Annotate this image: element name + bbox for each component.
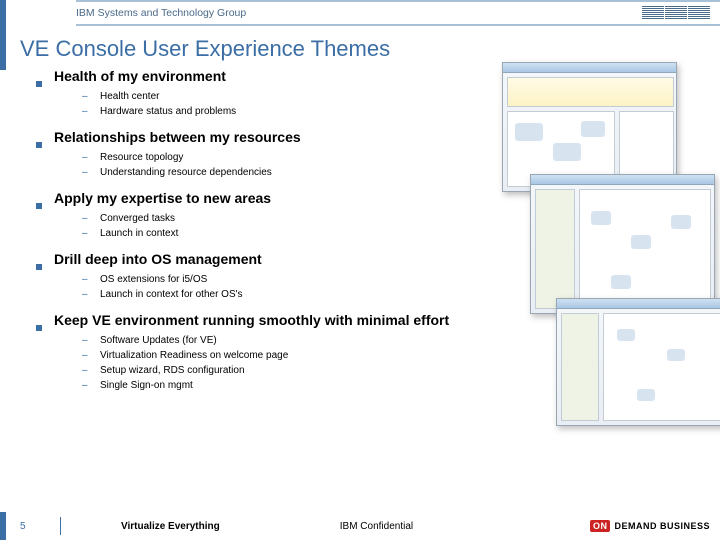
theme-sub: Virtualization Readiness on welcome page bbox=[82, 348, 720, 363]
theme-heading: Keep VE environment running smoothly wit… bbox=[54, 312, 449, 328]
content-area: Health of my environment Health center H… bbox=[0, 68, 720, 512]
on-demand-business-logo: ON DEMAND BUSINESS bbox=[590, 520, 710, 532]
theme-heading: Health of my environment bbox=[54, 68, 226, 84]
page-number: 5 bbox=[20, 521, 26, 532]
bullet-icon bbox=[36, 264, 42, 270]
footer-bar: 5 Virtualize Everything IBM Confidential… bbox=[0, 512, 720, 540]
footer-tagline: Virtualize Everything bbox=[121, 521, 220, 532]
theme-sub: Launch in context bbox=[82, 226, 720, 241]
theme-heading: Relationships between my resources bbox=[54, 129, 301, 145]
bullet-icon bbox=[36, 142, 42, 148]
theme-sub: Launch in context for other OS's bbox=[82, 287, 720, 302]
theme-sub: Resource topology bbox=[82, 150, 720, 165]
theme-item: Relationships between my resources Resou… bbox=[36, 129, 720, 180]
header-bar: IBM Systems and Technology Group bbox=[0, 0, 720, 26]
theme-heading: Drill deep into OS management bbox=[54, 251, 262, 267]
theme-sub: Single Sign-on mgmt bbox=[82, 378, 720, 393]
theme-item: Drill deep into OS management OS extensi… bbox=[36, 251, 720, 302]
bullet-icon bbox=[36, 325, 42, 331]
theme-item: Keep VE environment running smoothly wit… bbox=[36, 312, 720, 393]
theme-list: Health of my environment Health center H… bbox=[36, 68, 720, 393]
theme-item: Apply my expertise to new areas Converge… bbox=[36, 190, 720, 241]
theme-heading: Apply my expertise to new areas bbox=[54, 190, 271, 206]
logo-on-badge: ON bbox=[590, 520, 611, 532]
theme-sub: Software Updates (for VE) bbox=[82, 333, 720, 348]
theme-sub: Health center bbox=[82, 89, 720, 104]
theme-sub: Hardware status and problems bbox=[82, 104, 720, 119]
divider-icon bbox=[60, 517, 61, 535]
page-title: VE Console User Experience Themes bbox=[0, 26, 720, 70]
logo-text: DEMAND BUSINESS bbox=[614, 521, 710, 531]
theme-sub: Setup wizard, RDS configuration bbox=[82, 363, 720, 378]
bullet-icon bbox=[36, 203, 42, 209]
theme-item: Health of my environment Health center H… bbox=[36, 68, 720, 119]
theme-sub: OS extensions for i5/OS bbox=[82, 272, 720, 287]
footer-confidential: IBM Confidential bbox=[340, 521, 413, 532]
theme-sub: Converged tasks bbox=[82, 211, 720, 226]
header-group-label: IBM Systems and Technology Group bbox=[76, 7, 246, 19]
ibm-logo-icon bbox=[642, 6, 710, 20]
theme-sub: Understanding resource dependencies bbox=[82, 165, 720, 180]
bullet-icon bbox=[36, 81, 42, 87]
